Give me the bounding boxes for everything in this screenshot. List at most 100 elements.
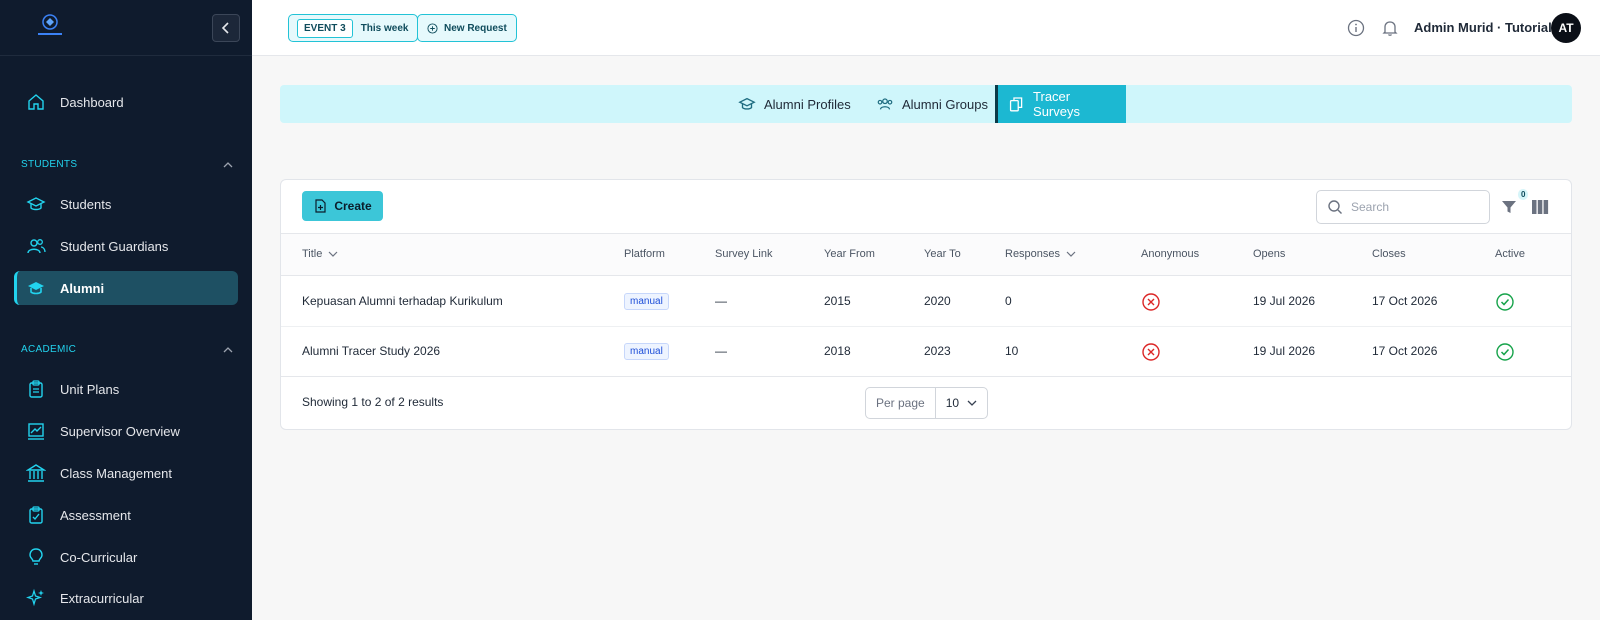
plus-circle-icon bbox=[427, 22, 438, 34]
column-label: Anonymous bbox=[1141, 248, 1200, 260]
home-icon bbox=[24, 90, 48, 114]
platform-badge: manual bbox=[624, 343, 669, 360]
tab-tracer-surveys[interactable]: Tracer Surveys bbox=[995, 85, 1126, 123]
column-active: Active bbox=[1495, 248, 1525, 260]
column-closes: Closes bbox=[1372, 248, 1406, 260]
chevron-down-icon bbox=[1066, 251, 1076, 257]
create-label: Create bbox=[334, 199, 372, 213]
top-bar: EVENT 3 This week New Request Admin Muri… bbox=[252, 0, 1600, 56]
clipboard-check-icon bbox=[24, 503, 48, 527]
columns-icon[interactable] bbox=[1531, 199, 1549, 215]
tab-label: Alumni Profiles bbox=[764, 96, 851, 112]
check-circle-icon bbox=[1495, 292, 1515, 312]
sidebar-item-co-curricular[interactable]: Co-Curricular bbox=[14, 540, 238, 574]
section-students-toggle[interactable]: STUDENTS bbox=[21, 159, 233, 170]
column-label: Platform bbox=[624, 248, 665, 260]
sidebar-item-assessment[interactable]: Assessment bbox=[14, 498, 238, 532]
user-name[interactable]: Admin Murid · Tutorial bbox=[1414, 20, 1552, 35]
chevron-down-icon bbox=[328, 251, 338, 257]
filter-icon[interactable] bbox=[1500, 198, 1518, 216]
chevron-up-icon bbox=[223, 346, 233, 352]
presentation-chart-icon bbox=[24, 419, 48, 443]
platform-badge: manual bbox=[624, 293, 669, 310]
column-year-from: Year From bbox=[824, 248, 875, 260]
cell-closes: 17 Oct 2026 bbox=[1372, 294, 1438, 308]
cell-year-from: 2018 bbox=[824, 344, 851, 358]
sidebar-item-label: Supervisor Overview bbox=[60, 423, 180, 439]
tab-label: Tracer Surveys bbox=[1033, 89, 1080, 119]
section-academic-toggle[interactable]: ACADEMIC bbox=[21, 344, 233, 355]
table-row[interactable]: Alumni Tracer Study 2026 manual — 2018 2… bbox=[281, 327, 1571, 377]
cell-year-to: 2023 bbox=[924, 344, 951, 358]
filter-count-badge: 0 bbox=[1518, 189, 1529, 200]
create-button[interactable]: Create bbox=[302, 191, 383, 221]
cell-responses: 0 bbox=[1005, 294, 1012, 308]
column-responses[interactable]: Responses bbox=[1005, 248, 1076, 260]
cell-title: Kepuasan Alumni terhadap Kurikulum bbox=[302, 294, 503, 308]
per-page-number: 10 bbox=[945, 396, 960, 410]
per-page-select[interactable]: Per page 10 bbox=[865, 387, 988, 419]
building-columns-icon bbox=[24, 461, 48, 485]
sidebar-item-label: Dashboard bbox=[60, 94, 124, 110]
chevron-left-icon bbox=[221, 22, 229, 34]
column-opens: Opens bbox=[1253, 248, 1285, 260]
chevron-down-icon bbox=[967, 400, 977, 406]
info-icon[interactable] bbox=[1346, 18, 1366, 38]
event-tag: EVENT 3 bbox=[297, 18, 353, 38]
x-circle-icon bbox=[1141, 292, 1161, 312]
search-icon bbox=[1328, 200, 1342, 214]
cell-year-to: 2020 bbox=[924, 294, 951, 308]
sidebar-item-students[interactable]: Students bbox=[14, 187, 238, 221]
x-circle-icon bbox=[1141, 342, 1161, 362]
column-label: Active bbox=[1495, 248, 1525, 260]
clipboard-icon bbox=[24, 377, 48, 401]
tab-label: Alumni Groups bbox=[902, 96, 988, 112]
sidebar-item-unit-plans[interactable]: Unit Plans bbox=[14, 372, 238, 406]
cell-year-from: 2015 bbox=[824, 294, 851, 308]
column-label: Year From bbox=[824, 248, 875, 260]
column-title[interactable]: Title bbox=[302, 248, 338, 260]
bell-icon[interactable] bbox=[1380, 18, 1400, 38]
cell-opens: 19 Jul 2026 bbox=[1253, 344, 1316, 358]
sidebar-item-alumni[interactable]: Alumni bbox=[14, 271, 238, 305]
sidebar-item-class-management[interactable]: Class Management bbox=[14, 456, 238, 490]
cell-responses: 10 bbox=[1005, 344, 1019, 358]
cell-title: Alumni Tracer Study 2026 bbox=[302, 344, 441, 358]
lightbulb-icon bbox=[24, 545, 48, 569]
alumni-tabs: Alumni Profiles Alumni Groups Tracer Sur… bbox=[280, 85, 1572, 123]
column-survey-link: Survey Link bbox=[715, 248, 772, 260]
sidebar-item-label: Student Guardians bbox=[60, 238, 169, 254]
sidebar-item-supervisor-overview[interactable]: Supervisor Overview bbox=[14, 414, 238, 448]
new-request-button[interactable]: New Request bbox=[417, 14, 517, 42]
collapse-sidebar-button[interactable] bbox=[212, 14, 240, 42]
school-logo-icon[interactable] bbox=[32, 12, 68, 40]
file-plus-icon bbox=[315, 199, 326, 213]
column-anonymous: Anonymous bbox=[1141, 248, 1199, 260]
section-title: STUDENTS bbox=[21, 159, 78, 170]
event-period: This week bbox=[360, 22, 409, 34]
graduation-cap-icon bbox=[24, 276, 48, 300]
chevron-up-icon bbox=[223, 161, 233, 167]
pagination-summary: Showing 1 to 2 of 2 results bbox=[302, 395, 444, 409]
sidebar-item-label: Unit Plans bbox=[60, 381, 120, 397]
sidebar-item-student-guardians[interactable]: Student Guardians bbox=[14, 229, 238, 263]
sidebar-item-label: Assessment bbox=[60, 507, 131, 523]
column-label: Title bbox=[302, 248, 323, 260]
table-row[interactable]: Kepuasan Alumni terhadap Kurikulum manua… bbox=[281, 277, 1571, 327]
per-page-value[interactable]: 10 bbox=[936, 396, 977, 410]
graduation-cap-icon bbox=[24, 192, 48, 216]
check-circle-icon bbox=[1495, 342, 1515, 362]
event-chip[interactable]: EVENT 3 This week bbox=[288, 14, 418, 42]
sidebar-item-extracurricular[interactable]: Extracurricular bbox=[14, 581, 238, 615]
tab-alumni-profiles[interactable]: Alumni Profiles bbox=[728, 85, 861, 123]
search-field[interactable] bbox=[1316, 190, 1490, 224]
sidebar-item-label: Class Management bbox=[60, 465, 172, 481]
column-label: Closes bbox=[1372, 248, 1406, 260]
graduation-cap-icon bbox=[738, 97, 756, 110]
sidebar-item-dashboard[interactable]: Dashboard bbox=[14, 85, 238, 119]
column-platform: Platform bbox=[624, 248, 665, 260]
search-input[interactable] bbox=[1351, 200, 1471, 214]
tab-alumni-groups[interactable]: Alumni Groups bbox=[866, 85, 998, 123]
sidebar-header bbox=[0, 0, 252, 56]
avatar[interactable]: AT bbox=[1551, 13, 1581, 43]
